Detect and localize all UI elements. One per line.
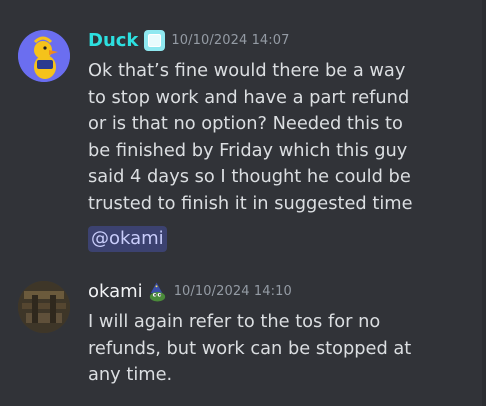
user-mention[interactable]: @okami: [88, 226, 167, 252]
message-text: I will again refer to the tos for no ref…: [88, 311, 412, 386]
square-role-icon[interactable]: [144, 30, 166, 51]
okami-avatar-image: [18, 281, 70, 333]
scrollbar-track[interactable]: [482, 0, 486, 406]
duck-avatar-image: [18, 30, 70, 82]
okami-avatar[interactable]: [18, 281, 70, 333]
pepe-wizard-icon-glyph: [149, 281, 165, 302]
message-text: Ok that’s fine would there be a way to s…: [88, 60, 413, 214]
author-name[interactable]: okami: [88, 281, 143, 302]
square-role-icon-glyph: [148, 34, 162, 47]
pepe-wizard-icon[interactable]: [147, 281, 168, 302]
message-timestamp: 10/10/2024 14:07: [171, 33, 290, 48]
message-timestamp: 10/10/2024 14:10: [173, 284, 292, 299]
duck-avatar[interactable]: [18, 30, 70, 82]
author-name[interactable]: Duck: [88, 30, 138, 51]
